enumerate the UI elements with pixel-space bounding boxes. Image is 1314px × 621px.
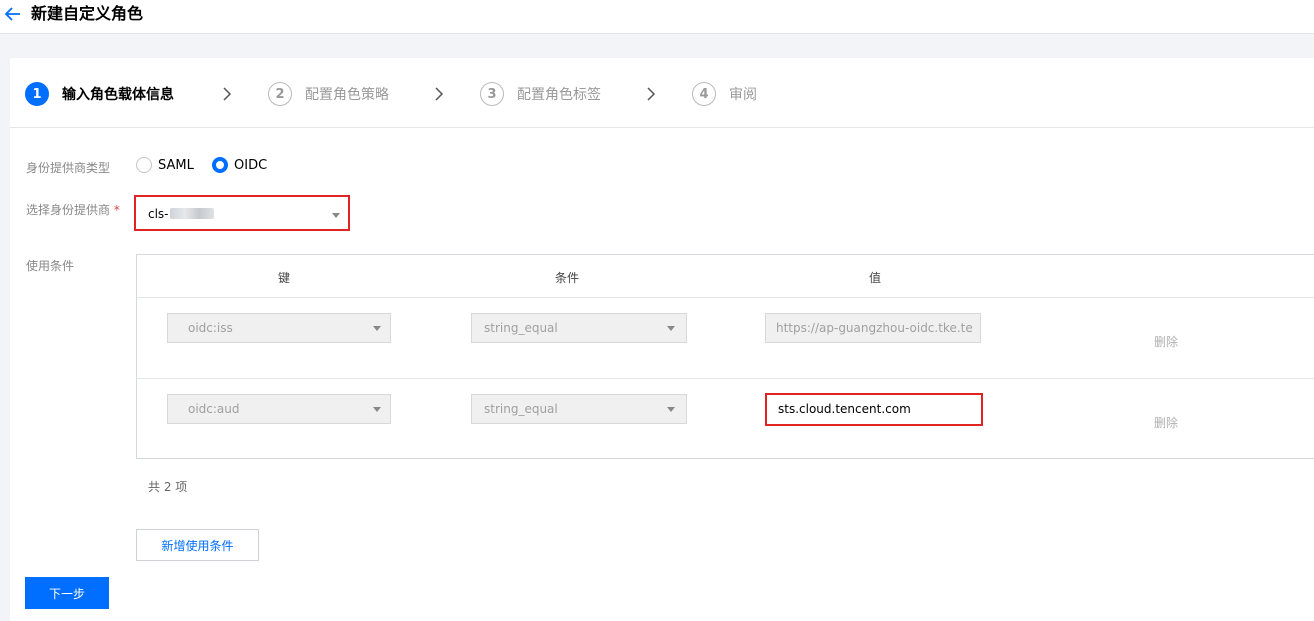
caret-down-icon <box>373 326 381 331</box>
delete-link-row-1[interactable]: 删除 <box>1154 333 1178 350</box>
caret-down-icon <box>332 213 340 218</box>
key-select-value: oidc:aud <box>188 402 240 416</box>
chevron-right-icon <box>647 87 656 101</box>
value-input-row-1[interactable]: https://ap-guangzhou-oidc.tke.te <box>765 313 981 343</box>
value-input-text: sts.cloud.tencent.com <box>778 402 911 416</box>
key-select-row-1[interactable]: oidc:iss <box>167 313 391 343</box>
step-3-number: 3 <box>480 82 504 106</box>
item-count: 共 2 项 <box>148 480 188 494</box>
chevron-right-icon <box>435 87 444 101</box>
add-condition-button[interactable]: 新增使用条件 <box>136 529 259 561</box>
provider-select-value: cls- <box>148 207 169 221</box>
provider-select[interactable]: cls- <box>134 195 350 231</box>
condition-select-value: string_equal <box>484 321 558 335</box>
caret-down-icon <box>667 326 675 331</box>
row-divider <box>137 378 1314 379</box>
top-bar: 新建自定义角色 <box>0 0 1314 34</box>
condition-select-row-1[interactable]: string_equal <box>471 313 687 343</box>
value-input-text: https://ap-guangzhou-oidc.tke.te <box>776 321 973 335</box>
conditions-label: 使用条件 <box>26 259 75 273</box>
radio-selected-icon <box>212 157 228 173</box>
key-select-value: oidc:iss <box>188 321 233 335</box>
table-header-value: 值 <box>869 271 882 285</box>
step-3: 3 配置角色标签 <box>480 81 601 107</box>
redacted-mask <box>170 208 214 219</box>
conditions-table: 键 条件 值 oidc:iss string_equal https://ap-… <box>136 254 1314 459</box>
step-2: 2 配置角色策略 <box>268 81 389 107</box>
main-card: 1 输入角色载体信息 2 配置角色策略 3 配置角色标签 4 审阅 身份提供商类… <box>10 58 1314 621</box>
provider-type-label: 身份提供商类型 <box>26 161 111 175</box>
condition-select-value: string_equal <box>484 402 558 416</box>
radio-circle-icon <box>136 157 152 173</box>
step-3-label: 配置角色标签 <box>517 87 601 103</box>
next-step-button[interactable]: 下一步 <box>25 577 109 609</box>
step-1-number: 1 <box>25 82 49 106</box>
step-4: 4 审阅 <box>692 81 757 107</box>
radio-saml-label: SAML <box>158 157 194 173</box>
condition-select-row-2[interactable]: string_equal <box>471 394 687 424</box>
provider-label-text: 选择身份提供商 <box>26 203 111 217</box>
step-2-label: 配置角色策略 <box>305 87 389 103</box>
step-1: 1 输入角色载体信息 <box>25 81 174 107</box>
step-2-number: 2 <box>268 82 292 106</box>
step-1-label: 输入角色载体信息 <box>62 87 174 103</box>
provider-label: 选择身份提供商 * <box>26 201 120 218</box>
row-divider <box>137 297 1314 298</box>
stepper: 1 输入角色载体信息 2 配置角色策略 3 配置角色标签 4 审阅 <box>10 58 1314 128</box>
table-header-condition: 条件 <box>555 271 580 285</box>
step-4-label: 审阅 <box>729 87 757 103</box>
radio-oidc[interactable]: OIDC <box>212 157 267 173</box>
delete-link-row-2[interactable]: 删除 <box>1154 414 1178 431</box>
table-header-key: 键 <box>278 271 291 285</box>
back-arrow-icon[interactable] <box>4 4 22 24</box>
radio-saml[interactable]: SAML <box>136 157 194 173</box>
chevron-right-icon <box>223 87 232 101</box>
step-4-number: 4 <box>692 82 716 106</box>
radio-oidc-label: OIDC <box>234 157 268 173</box>
key-select-row-2[interactable]: oidc:aud <box>167 394 391 424</box>
value-input-row-2[interactable]: sts.cloud.tencent.com <box>765 393 983 426</box>
caret-down-icon <box>373 407 381 412</box>
caret-down-icon <box>667 407 675 412</box>
required-mark: * <box>113 203 120 217</box>
page-title: 新建自定义角色 <box>31 4 144 23</box>
